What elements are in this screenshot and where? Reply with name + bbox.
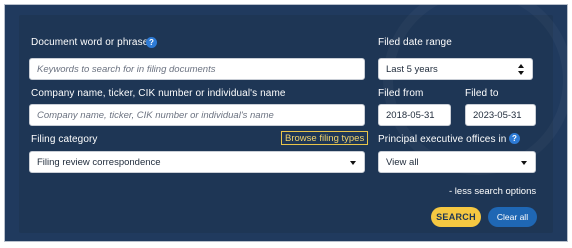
- sort-arrows-icon: [518, 64, 524, 75]
- dropdown-caret-icon: [350, 161, 356, 165]
- offices-label[interactable]: Principal executive offices in: [378, 134, 517, 145]
- filed-to-label: Filed to: [465, 88, 499, 99]
- filed-to-input[interactable]: 2023-05-31: [465, 104, 536, 126]
- help-icon[interactable]: ?: [509, 133, 520, 144]
- search-form: Document word or phrase ? Keywords to se…: [19, 15, 553, 233]
- company-label: Company name, ticker, CIK number or indi…: [31, 88, 286, 99]
- document-search-input[interactable]: Keywords to search for in filing documen…: [29, 58, 365, 80]
- filed-from-label: Filed from: [378, 88, 424, 99]
- offices-value: View all: [386, 156, 419, 168]
- search-panel: Document word or phrase ? Keywords to se…: [4, 4, 568, 242]
- filing-category-select[interactable]: Filing review correspondence: [29, 151, 365, 173]
- offices-select[interactable]: View all: [378, 151, 536, 173]
- less-search-options-link[interactable]: - less search options: [449, 186, 536, 197]
- date-range-label: Filed date range: [378, 37, 452, 48]
- search-button[interactable]: SEARCH: [431, 207, 481, 227]
- document-label: Document word or phrase: [31, 37, 149, 48]
- date-range-value: Last 5 years: [386, 63, 438, 75]
- filed-from-input[interactable]: 2018-05-31: [378, 104, 451, 126]
- browse-filing-types-link[interactable]: Browse filing types: [281, 131, 369, 145]
- filing-category-value: Filing review correspondence: [37, 156, 161, 168]
- help-icon[interactable]: ?: [146, 37, 157, 48]
- category-label: Filing category: [31, 134, 98, 145]
- clear-all-button[interactable]: Clear all: [488, 207, 537, 227]
- company-search-input[interactable]: Company name, ticker, CIK number or indi…: [29, 104, 365, 126]
- page-frame: Document word or phrase ? Keywords to se…: [0, 0, 572, 248]
- date-range-select[interactable]: Last 5 years: [378, 58, 533, 80]
- dropdown-caret-icon: [521, 161, 527, 165]
